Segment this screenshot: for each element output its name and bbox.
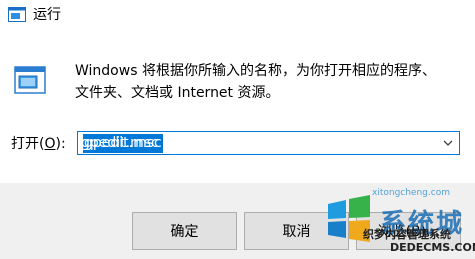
chevron-down-icon[interactable] xyxy=(441,136,455,150)
dialog-description: Windows 将根据你所输入的名称，为你打开相应的程序、 文件夹、文档或 In… xyxy=(75,60,465,104)
watermark-url-top: xitongcheng.com xyxy=(372,188,450,198)
watermark-slogan: 织梦内容管理系统 xyxy=(363,228,451,241)
window-title: 运行 xyxy=(33,7,61,23)
ok-button[interactable]: 确定 xyxy=(132,212,237,250)
description-line-1: Windows 将根据你所输入的名称，为你打开相应的程序、 xyxy=(75,63,436,79)
watermark-url-bottom: DEDECMS.COM xyxy=(390,241,475,254)
title-bar: 运行 xyxy=(0,0,475,32)
run-dialog-icon xyxy=(8,7,26,22)
run-program-icon xyxy=(14,66,46,94)
description-line-2: 文件夹、文档或 Internet 资源。 xyxy=(75,85,280,101)
open-accelerator-key: O xyxy=(44,136,56,152)
open-combobox[interactable]: gpedit.msc xyxy=(77,131,460,155)
open-input[interactable] xyxy=(81,133,431,153)
open-field-label: 打开(O): xyxy=(11,136,66,152)
